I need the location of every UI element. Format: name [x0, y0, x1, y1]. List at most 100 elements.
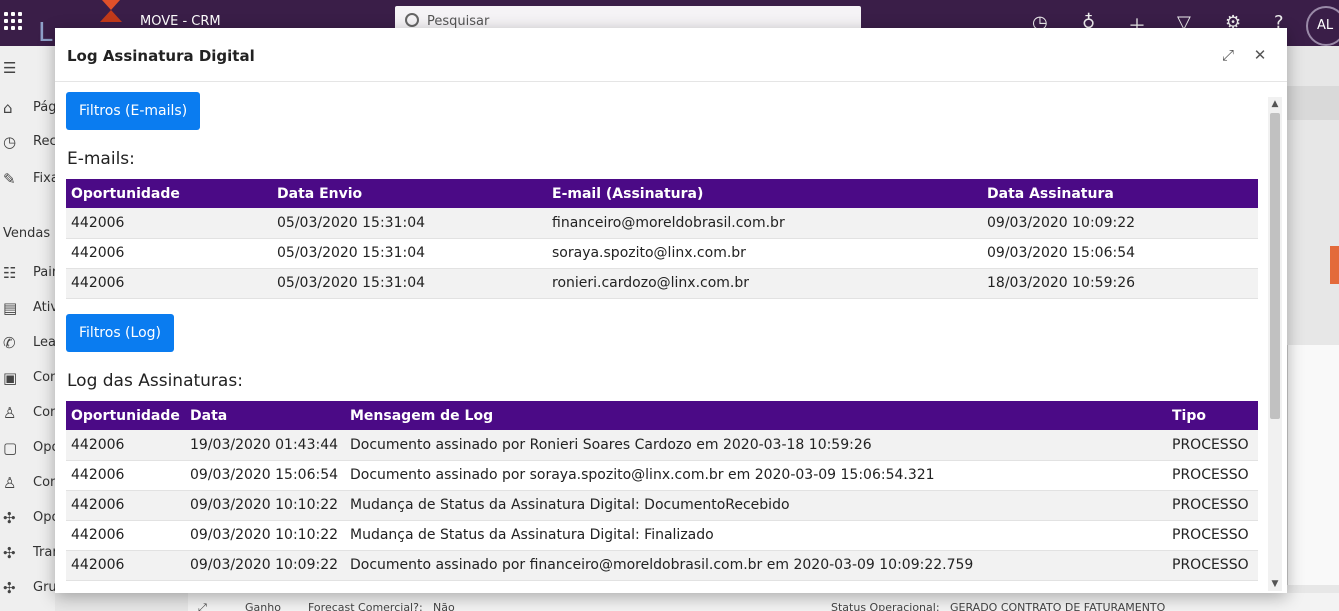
dialog-body[interactable]: Filtros (E-mails) E-mails: Oportunidade …: [55, 83, 1287, 593]
puzzle-icon: ✣: [3, 509, 16, 527]
column-header[interactable]: Oportunidade: [66, 179, 272, 208]
table-cell: soraya.spozito@linx.com.br: [547, 238, 982, 269]
sidebar-item[interactable]: ▢ Opo: [0, 434, 59, 462]
sidebar-item-home[interactable]: ⌂ Pág: [0, 94, 57, 122]
search-icon: [405, 13, 419, 27]
sidebar-item-label: Lea: [33, 335, 56, 350]
sidebar-item[interactable]: ✣ Opo: [0, 504, 59, 532]
puzzle-icon: ✣: [3, 579, 16, 597]
column-header[interactable]: E-mail (Assinatura): [547, 179, 982, 208]
dashboard-icon: ☷: [3, 264, 17, 282]
table-cell: 09/03/2020 10:10:22: [185, 520, 345, 551]
table-row[interactable]: 442006 05/03/2020 15:31:04 soraya.spozit…: [66, 238, 1258, 269]
table-cell: Documento assinado por Ronieri Soares Ca…: [345, 430, 1167, 461]
logo-letter: L: [38, 18, 53, 48]
sidebar-item[interactable]: ♙ Con: [0, 469, 58, 497]
table-row[interactable]: 442006 19/03/2020 01:43:44 Documento ass…: [66, 430, 1258, 461]
table-cell: 05/03/2020 15:31:04: [272, 268, 547, 299]
sidebar-item-pinned[interactable]: ✎ Fixa: [0, 165, 59, 193]
filter-emails-button[interactable]: Filtros (E-mails): [66, 92, 201, 130]
filter-log-button[interactable]: Filtros (Log): [66, 314, 174, 352]
dialog-scrollbar[interactable]: ▲ ▼: [1268, 97, 1282, 591]
scroll-down-icon[interactable]: ▼: [1270, 579, 1280, 589]
table-cell: 442006: [66, 460, 185, 491]
table-cell: PROCESSO: [1167, 520, 1258, 551]
hamburger-menu-icon[interactable]: ☰: [0, 54, 55, 82]
expand-icon[interactable]: ⤢: [1218, 45, 1238, 65]
activity-icon: ▤: [3, 299, 18, 317]
column-header[interactable]: Mensagem de Log: [345, 401, 1167, 430]
sidebar-item[interactable]: ✣ Gru: [0, 574, 57, 602]
sidebar-item[interactable]: ✆ Lea: [0, 329, 56, 357]
footer-expand-icon: ⤢: [198, 601, 207, 611]
table-cell: PROCESSO: [1167, 490, 1258, 521]
table-row[interactable]: 442006 05/03/2020 15:31:04 financeiro@mo…: [66, 208, 1258, 239]
table-cell: Mudança de Status da Assinatura Digital:…: [345, 490, 1167, 521]
background-strip: [1287, 86, 1339, 120]
table-cell: 442006: [66, 520, 185, 551]
table-row[interactable]: 442006 05/03/2020 15:31:04 ronieri.cardo…: [66, 268, 1258, 299]
table-cell: 442006: [66, 208, 272, 239]
table-cell: PROCESSO: [1167, 430, 1258, 461]
table-cell: 09/03/2020 15:06:54: [185, 460, 345, 491]
column-header[interactable]: Tipo: [1167, 401, 1258, 430]
app-brand: MOVE - CRM: [140, 14, 221, 29]
sidebar-item[interactable]: ▤ Ativ: [0, 294, 58, 322]
table-cell: Documento assinado por soraya.spozito@li…: [345, 460, 1167, 491]
table-cell: 442006: [66, 268, 272, 299]
table-cell: financeiro@moreldobrasil.com.br: [547, 208, 982, 239]
scroll-up-icon[interactable]: ▲: [1270, 99, 1280, 109]
footer-forecast-value: Não: [433, 601, 455, 611]
table-header-row: Oportunidade Data Mensagem de Log Tipo: [66, 401, 1258, 430]
table-cell: Documento assinado por financeiro@moreld…: [345, 550, 1167, 581]
table-row[interactable]: 442006 09/03/2020 10:10:22 Mudança de St…: [66, 490, 1258, 521]
table-cell: 09/03/2020 15:06:54: [982, 238, 1258, 269]
table-cell: 442006: [66, 550, 185, 581]
brand-logo-icon: [100, 0, 122, 22]
table-cell: PROCESSO: [1167, 460, 1258, 491]
sidebar-item[interactable]: ✣ Tran: [0, 539, 61, 567]
table-row[interactable]: 442006 09/03/2020 15:06:54 Documento ass…: [66, 460, 1258, 491]
sidebar-item-label: Pág: [33, 100, 57, 115]
sidebar-item-label: Gru: [33, 580, 57, 595]
app-launcher-icon[interactable]: [4, 12, 22, 30]
column-header[interactable]: Oportunidade: [66, 401, 185, 430]
column-header[interactable]: Data Envio: [272, 179, 547, 208]
table-cell: 19/03/2020 01:43:44: [185, 430, 345, 461]
person-icon: ♙: [3, 404, 17, 422]
table-cell: 442006: [66, 490, 185, 521]
sidebar-item[interactable]: ▣ Con: [0, 364, 58, 392]
opportunity-icon: ▢: [3, 439, 18, 457]
avatar[interactable]: AL: [1306, 6, 1339, 46]
column-header[interactable]: Data: [185, 401, 345, 430]
footer-status-label: Status Operacional:: [831, 601, 940, 611]
phone-icon: ✆: [3, 334, 16, 352]
table-row[interactable]: 442006 09/03/2020 10:10:22 Mudança de St…: [66, 520, 1258, 551]
contact-book-icon: ▣: [3, 369, 18, 387]
sidebar-item-label: Rec: [33, 134, 57, 149]
sidebar: ☰ ⌂ Pág ◷ Rec ✎ Fixa Vendas ☷ Pain ▤ Ati…: [0, 46, 61, 611]
scrollbar-thumb[interactable]: [1270, 113, 1280, 419]
column-header[interactable]: Data Assinatura: [982, 179, 1258, 208]
sidebar-section-title: Vendas: [3, 226, 51, 241]
person-outline-icon: ♙: [3, 474, 17, 492]
sidebar-item-recent[interactable]: ◷ Rec: [0, 128, 57, 156]
background-footer: ⤢ Ganho Forecast Comercial?: Não Status …: [188, 593, 1339, 611]
table-cell: 05/03/2020 15:31:04: [272, 238, 547, 269]
sidebar-item[interactable]: ♙ Con: [0, 399, 58, 427]
background-panel: [1287, 345, 1339, 585]
dialog-header: Log Assinatura Digital ⤢ ✕: [55, 28, 1287, 82]
table-cell: 05/03/2020 15:31:04: [272, 208, 547, 239]
log-assinatura-dialog: Log Assinatura Digital ⤢ ✕ Filtros (E-ma…: [55, 28, 1287, 593]
footer-status: Ganho: [245, 601, 281, 611]
close-icon[interactable]: ✕: [1250, 45, 1270, 65]
footer-status-value: GERADO CONTRATO DE FATURAMENTO: [950, 601, 1166, 611]
puzzle-icon: ✣: [3, 544, 16, 562]
log-section-title: Log das Assinaturas:: [67, 371, 243, 391]
sidebar-item[interactable]: ☷ Pain: [0, 259, 60, 287]
table-cell: 09/03/2020 10:09:22: [185, 550, 345, 581]
table-cell: 18/03/2020 10:59:26: [982, 268, 1258, 299]
table-cell: 09/03/2020 10:10:22: [185, 490, 345, 521]
table-row[interactable]: 442006 09/03/2020 10:09:22 Documento ass…: [66, 550, 1258, 581]
home-icon: ⌂: [3, 99, 13, 117]
